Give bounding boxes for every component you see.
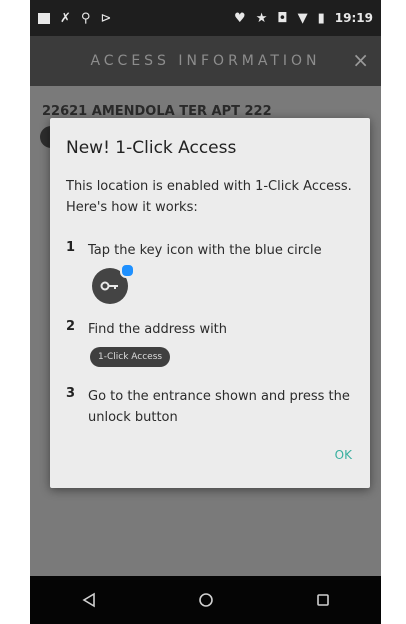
star-icon: ★ bbox=[255, 10, 268, 26]
page-title: ACCESS INFORMATION bbox=[90, 53, 321, 69]
one-click-dialog: New! 1-Click Access This location is ena… bbox=[50, 118, 370, 488]
status-time: 19:19 bbox=[334, 11, 373, 25]
step-3-text: Go to the entrance shown and press the u… bbox=[88, 389, 350, 425]
status-bar-left: ✗ ⚲ ⊳ bbox=[38, 12, 111, 25]
recents-icon[interactable] bbox=[303, 580, 343, 620]
image-icon bbox=[38, 12, 50, 24]
step-3-number: 3 bbox=[66, 386, 76, 401]
step-2-number: 2 bbox=[66, 319, 76, 334]
phone-screen: ✗ ⚲ ⊳ ♥ ★ ◘ ▼ ▮ 19:19 ACCESS INFORMATION… bbox=[30, 0, 381, 624]
ok-button[interactable]: OK bbox=[335, 448, 352, 462]
location-pin-icon: ⚲ bbox=[80, 10, 91, 26]
dialog-title: New! 1-Click Access bbox=[66, 138, 237, 158]
wifi-icon: ▼ bbox=[297, 10, 308, 26]
home-icon[interactable] bbox=[186, 580, 226, 620]
navigation-bar bbox=[30, 576, 381, 624]
key-glyph-icon bbox=[100, 281, 118, 291]
address-label: 22621 AMENDOLA TER APT 222 bbox=[42, 104, 272, 119]
dialog-intro: This location is enabled with 1-Click Ac… bbox=[66, 179, 352, 215]
step-1-text: Tap the key icon with the blue circle bbox=[88, 243, 322, 258]
vibrate-icon: ◘ bbox=[277, 10, 288, 26]
app-bar: ACCESS INFORMATION × bbox=[30, 36, 381, 86]
step-1-number: 1 bbox=[66, 240, 76, 255]
close-icon[interactable]: × bbox=[352, 48, 369, 72]
signal-icon: ⊳ bbox=[100, 10, 112, 26]
battery-icon: ▮ bbox=[317, 10, 325, 26]
tool-icon: ✗ bbox=[60, 10, 71, 26]
location-icon: ♥ bbox=[234, 10, 246, 26]
blue-dot-icon bbox=[120, 263, 135, 278]
back-icon[interactable] bbox=[69, 580, 109, 620]
one-click-access-badge: 1-Click Access bbox=[90, 347, 171, 367]
status-bar: ✗ ⚲ ⊳ ♥ ★ ◘ ▼ ▮ 19:19 bbox=[30, 0, 381, 36]
status-bar-right: ♥ ★ ◘ ▼ ▮ 19:19 bbox=[234, 11, 373, 25]
step-2-text: Find the address with bbox=[88, 322, 228, 337]
